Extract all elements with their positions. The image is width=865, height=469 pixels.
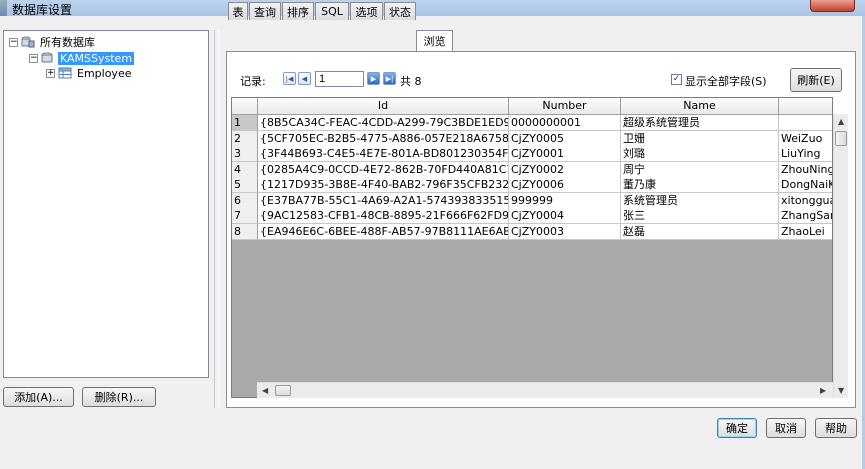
tree-label-employee: Employee — [77, 66, 132, 80]
cell-extra[interactable]: WeiZuo — [779, 130, 832, 147]
cell-id[interactable]: {5CF705EC-B2B5-4775-A886-057E218A6758} — [258, 130, 509, 147]
add-database-button[interactable]: 添加(A)... — [3, 387, 74, 407]
row-header[interactable]: 8 — [232, 223, 258, 240]
corner-cell[interactable] — [232, 98, 258, 115]
panel-splitter[interactable] — [214, 30, 219, 408]
help-button[interactable]: 帮助 — [815, 418, 857, 438]
delete-database-button[interactable]: 删除(R)... — [82, 387, 156, 407]
tab-browse[interactable]: 浏览 — [416, 30, 453, 51]
cell-extra[interactable]: DongNaiKar — [779, 177, 832, 193]
cell-extra[interactable]: LiuYing — [779, 146, 832, 162]
cell-extra[interactable]: ZhouNing — [779, 161, 832, 178]
page-number-input[interactable] — [315, 71, 364, 87]
column-header-number[interactable]: Number — [509, 98, 621, 115]
database-icon — [41, 52, 53, 63]
cell-id[interactable]: {9AC12583-CFB1-48CB-8895-21F666F62FD9} — [258, 208, 509, 224]
cell-id[interactable]: {E37BA77B-55C1-4A69-A2A1-574393833515} — [258, 192, 509, 209]
cell-name[interactable]: 刘璐 — [621, 146, 779, 162]
cell-number[interactable]: 0000000001 — [509, 115, 621, 131]
last-record-icon[interactable]: ▶| — [383, 72, 396, 85]
collapse-icon[interactable]: − — [29, 53, 38, 63]
tab-query[interactable]: 查询 — [249, 2, 281, 20]
column-header-extra[interactable] — [779, 98, 832, 115]
cell-name[interactable]: 超级系统管理员 — [621, 115, 779, 131]
cell-id[interactable]: {3F44B693-C4E5-4E7E-801A-BD801230354F} — [258, 146, 509, 162]
cell-id[interactable]: {8B5CA34C-FEAC-4CDD-A299-79C3BDE1ED90} — [258, 115, 509, 131]
tree-node-all-databases[interactable]: − 所有数据库 — [9, 35, 97, 49]
databases-icon — [21, 36, 35, 48]
cell-name[interactable]: 卫姗 — [621, 130, 779, 147]
tree-label-all-databases: 所有数据库 — [40, 36, 95, 49]
tree-node-kamssystem[interactable]: − KAMSSystem — [29, 51, 135, 65]
tab-sort[interactable]: 排序 — [282, 2, 314, 20]
cell-number[interactable]: 999999 — [509, 192, 621, 209]
ok-button[interactable]: 确定 — [717, 418, 757, 438]
collapse-icon[interactable]: − — [9, 37, 18, 47]
title-bar: 数据库设置 — [0, 0, 865, 17]
scroll-right-icon[interactable]: ▶ — [820, 386, 826, 395]
row-header[interactable]: 6 — [232, 192, 258, 209]
cancel-button[interactable]: 取消 — [766, 418, 806, 438]
cell-number[interactable]: CjZY0001 — [509, 146, 621, 162]
show-all-fields-checkbox[interactable]: ✓ — [671, 74, 682, 85]
next-record-icon[interactable]: ▶ — [367, 72, 380, 85]
close-window-button[interactable] — [810, 0, 855, 12]
app-icon — [0, 0, 7, 16]
cell-number[interactable]: CjZY0002 — [509, 161, 621, 178]
grid-header: Id Number Name — [232, 98, 832, 115]
total-records-label: 共 8 — [400, 75, 422, 88]
row-header[interactable]: 5 — [232, 177, 258, 193]
row-header[interactable]: 2 — [232, 130, 258, 147]
cell-name[interactable]: 系统管理员 — [621, 192, 779, 209]
cell-name[interactable]: 周宁 — [621, 161, 779, 178]
data-grid[interactable]: Id Number Name 1 {8B5CA34C-FEAC-4CDD-A299… — [231, 97, 833, 398]
vertical-scrollbar[interactable]: ▲ ▼ — [833, 114, 848, 398]
vertical-scroll-thumb[interactable] — [835, 131, 847, 146]
show-all-fields-label[interactable]: 显示全部字段(S) — [685, 73, 767, 89]
table-icon — [58, 67, 72, 79]
scroll-down-icon[interactable]: ▼ — [838, 386, 844, 395]
row-header[interactable]: 7 — [232, 208, 258, 224]
row-header[interactable]: 4 — [232, 161, 258, 178]
row-header[interactable]: 1 — [232, 115, 258, 131]
first-record-icon[interactable]: |◀ — [283, 72, 296, 85]
cell-id[interactable]: {0285A4C9-0CCD-4E72-862B-70FD440A81C7} — [258, 161, 509, 178]
cell-extra[interactable]: ZhangSan — [779, 208, 832, 224]
column-header-id[interactable]: Id — [258, 98, 509, 115]
cell-extra[interactable]: ZhaoLei — [779, 223, 832, 240]
prev-record-icon[interactable]: ◀ — [298, 72, 311, 85]
cell-id[interactable]: {1217D935-3B8E-4F40-BAB2-796F35CFB232} — [258, 177, 509, 193]
cell-number[interactable]: CjZY0003 — [509, 223, 621, 240]
refresh-button[interactable]: 刷新(E) — [790, 68, 842, 92]
cell-name[interactable]: 张三 — [621, 208, 779, 224]
cell-number[interactable]: CjZY0005 — [509, 130, 621, 147]
cell-extra[interactable]: xitongguan — [779, 192, 832, 209]
expand-icon[interactable]: + — [46, 68, 55, 78]
tab-options[interactable]: 选项 — [350, 2, 383, 20]
row-header[interactable]: 3 — [232, 146, 258, 162]
cell-name[interactable]: 董乃康 — [621, 177, 779, 193]
cell-name[interactable]: 赵磊 — [621, 223, 779, 240]
tab-sql[interactable]: SQL — [315, 2, 349, 20]
horizontal-scrollbar[interactable]: ◀ ▶ — [257, 382, 833, 398]
tab-status[interactable]: 状态 — [384, 2, 416, 20]
scroll-up-icon[interactable]: ▲ — [838, 117, 844, 126]
column-header-name[interactable]: Name — [621, 98, 779, 115]
cell-number[interactable]: CjZY0006 — [509, 177, 621, 193]
records-label: 记录: — [240, 75, 266, 88]
cell-extra[interactable] — [779, 115, 832, 131]
scroll-left-icon[interactable]: ◀ — [262, 386, 268, 395]
tab-table[interactable]: 表 — [228, 2, 248, 20]
database-tree[interactable]: − 所有数据库 − KAMSSystem + Employee — [3, 30, 209, 378]
cell-number[interactable]: CjZY0004 — [509, 208, 621, 224]
cell-id[interactable]: {EA946E6C-6BEE-488F-AB57-97B8111AE6AB} — [258, 223, 509, 240]
tree-label-kamssystem: KAMSSystem — [58, 51, 135, 65]
horizontal-scroll-thumb[interactable] — [275, 385, 291, 396]
tree-node-employee[interactable]: + Employee — [46, 66, 133, 80]
